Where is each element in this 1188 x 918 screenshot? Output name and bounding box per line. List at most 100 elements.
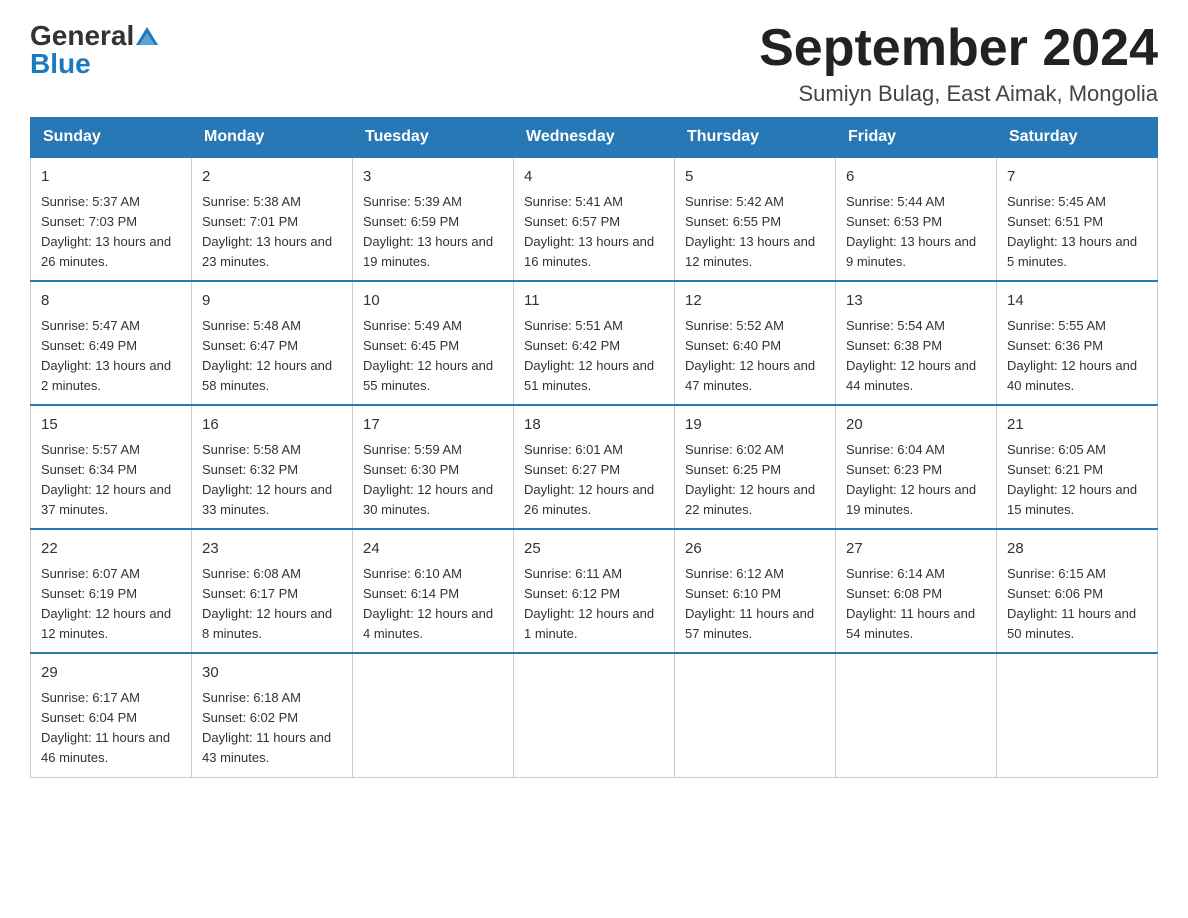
day-info: Sunrise: 6:11 AMSunset: 6:12 PMDaylight:… xyxy=(524,566,654,641)
day-info: Sunrise: 5:41 AMSunset: 6:57 PMDaylight:… xyxy=(524,194,654,269)
calendar-cell: 4 Sunrise: 5:41 AMSunset: 6:57 PMDayligh… xyxy=(514,157,675,281)
day-info: Sunrise: 5:45 AMSunset: 6:51 PMDaylight:… xyxy=(1007,194,1137,269)
month-title: September 2024 xyxy=(759,20,1158,77)
title-area: September 2024 Sumiyn Bulag, East Aimak,… xyxy=(759,20,1158,107)
calendar-cell: 29 Sunrise: 6:17 AMSunset: 6:04 PMDaylig… xyxy=(31,653,192,777)
week-row-1: 1 Sunrise: 5:37 AMSunset: 7:03 PMDayligh… xyxy=(31,157,1158,281)
day-number: 17 xyxy=(363,414,503,437)
day-number: 10 xyxy=(363,290,503,313)
day-info: Sunrise: 6:15 AMSunset: 6:06 PMDaylight:… xyxy=(1007,566,1136,641)
day-number: 7 xyxy=(1007,166,1147,189)
calendar-cell: 17 Sunrise: 5:59 AMSunset: 6:30 PMDaylig… xyxy=(353,405,514,529)
day-number: 3 xyxy=(363,166,503,189)
calendar-cell: 3 Sunrise: 5:39 AMSunset: 6:59 PMDayligh… xyxy=(353,157,514,281)
calendar-cell xyxy=(836,653,997,777)
calendar-cell: 6 Sunrise: 5:44 AMSunset: 6:53 PMDayligh… xyxy=(836,157,997,281)
day-info: Sunrise: 6:12 AMSunset: 6:10 PMDaylight:… xyxy=(685,566,814,641)
calendar-cell: 27 Sunrise: 6:14 AMSunset: 6:08 PMDaylig… xyxy=(836,529,997,653)
day-info: Sunrise: 5:57 AMSunset: 6:34 PMDaylight:… xyxy=(41,442,171,517)
day-info: Sunrise: 5:44 AMSunset: 6:53 PMDaylight:… xyxy=(846,194,976,269)
header-tuesday: Tuesday xyxy=(353,118,514,158)
day-number: 19 xyxy=(685,414,825,437)
day-info: Sunrise: 6:07 AMSunset: 6:19 PMDaylight:… xyxy=(41,566,171,641)
week-row-2: 8 Sunrise: 5:47 AMSunset: 6:49 PMDayligh… xyxy=(31,281,1158,405)
day-number: 4 xyxy=(524,166,664,189)
day-number: 24 xyxy=(363,538,503,561)
day-number: 15 xyxy=(41,414,181,437)
calendar-cell: 2 Sunrise: 5:38 AMSunset: 7:01 PMDayligh… xyxy=(192,157,353,281)
day-info: Sunrise: 6:02 AMSunset: 6:25 PMDaylight:… xyxy=(685,442,815,517)
header-saturday: Saturday xyxy=(997,118,1158,158)
day-number: 16 xyxy=(202,414,342,437)
calendar-cell: 8 Sunrise: 5:47 AMSunset: 6:49 PMDayligh… xyxy=(31,281,192,405)
day-info: Sunrise: 5:42 AMSunset: 6:55 PMDaylight:… xyxy=(685,194,815,269)
logo: General Blue xyxy=(30,20,158,80)
day-info: Sunrise: 5:37 AMSunset: 7:03 PMDaylight:… xyxy=(41,194,171,269)
day-info: Sunrise: 6:04 AMSunset: 6:23 PMDaylight:… xyxy=(846,442,976,517)
day-info: Sunrise: 6:17 AMSunset: 6:04 PMDaylight:… xyxy=(41,690,170,765)
day-number: 26 xyxy=(685,538,825,561)
day-info: Sunrise: 6:10 AMSunset: 6:14 PMDaylight:… xyxy=(363,566,493,641)
day-number: 30 xyxy=(202,662,342,685)
calendar-cell: 23 Sunrise: 6:08 AMSunset: 6:17 PMDaylig… xyxy=(192,529,353,653)
header-monday: Monday xyxy=(192,118,353,158)
calendar-cell: 30 Sunrise: 6:18 AMSunset: 6:02 PMDaylig… xyxy=(192,653,353,777)
day-info: Sunrise: 5:39 AMSunset: 6:59 PMDaylight:… xyxy=(363,194,493,269)
calendar-cell: 20 Sunrise: 6:04 AMSunset: 6:23 PMDaylig… xyxy=(836,405,997,529)
day-number: 14 xyxy=(1007,290,1147,313)
week-row-5: 29 Sunrise: 6:17 AMSunset: 6:04 PMDaylig… xyxy=(31,653,1158,777)
calendar-cell: 1 Sunrise: 5:37 AMSunset: 7:03 PMDayligh… xyxy=(31,157,192,281)
header-thursday: Thursday xyxy=(675,118,836,158)
day-info: Sunrise: 5:54 AMSunset: 6:38 PMDaylight:… xyxy=(846,318,976,393)
day-number: 1 xyxy=(41,166,181,189)
day-info: Sunrise: 5:48 AMSunset: 6:47 PMDaylight:… xyxy=(202,318,332,393)
calendar-cell: 16 Sunrise: 5:58 AMSunset: 6:32 PMDaylig… xyxy=(192,405,353,529)
header-sunday: Sunday xyxy=(31,118,192,158)
calendar-cell: 5 Sunrise: 5:42 AMSunset: 6:55 PMDayligh… xyxy=(675,157,836,281)
logo-blue: Blue xyxy=(30,48,91,80)
day-info: Sunrise: 5:47 AMSunset: 6:49 PMDaylight:… xyxy=(41,318,171,393)
day-number: 27 xyxy=(846,538,986,561)
calendar-cell: 7 Sunrise: 5:45 AMSunset: 6:51 PMDayligh… xyxy=(997,157,1158,281)
calendar-cell: 12 Sunrise: 5:52 AMSunset: 6:40 PMDaylig… xyxy=(675,281,836,405)
header-friday: Friday xyxy=(836,118,997,158)
calendar-cell: 26 Sunrise: 6:12 AMSunset: 6:10 PMDaylig… xyxy=(675,529,836,653)
day-number: 2 xyxy=(202,166,342,189)
day-info: Sunrise: 6:01 AMSunset: 6:27 PMDaylight:… xyxy=(524,442,654,517)
location-subtitle: Sumiyn Bulag, East Aimak, Mongolia xyxy=(759,81,1158,107)
week-row-4: 22 Sunrise: 6:07 AMSunset: 6:19 PMDaylig… xyxy=(31,529,1158,653)
day-info: Sunrise: 5:52 AMSunset: 6:40 PMDaylight:… xyxy=(685,318,815,393)
calendar-cell xyxy=(353,653,514,777)
day-info: Sunrise: 6:14 AMSunset: 6:08 PMDaylight:… xyxy=(846,566,975,641)
calendar-cell: 22 Sunrise: 6:07 AMSunset: 6:19 PMDaylig… xyxy=(31,529,192,653)
week-row-3: 15 Sunrise: 5:57 AMSunset: 6:34 PMDaylig… xyxy=(31,405,1158,529)
day-info: Sunrise: 5:58 AMSunset: 6:32 PMDaylight:… xyxy=(202,442,332,517)
day-number: 5 xyxy=(685,166,825,189)
calendar-cell: 15 Sunrise: 5:57 AMSunset: 6:34 PMDaylig… xyxy=(31,405,192,529)
day-number: 8 xyxy=(41,290,181,313)
day-number: 21 xyxy=(1007,414,1147,437)
calendar-cell: 28 Sunrise: 6:15 AMSunset: 6:06 PMDaylig… xyxy=(997,529,1158,653)
day-number: 28 xyxy=(1007,538,1147,561)
day-number: 22 xyxy=(41,538,181,561)
day-number: 12 xyxy=(685,290,825,313)
day-number: 11 xyxy=(524,290,664,313)
calendar-cell: 14 Sunrise: 5:55 AMSunset: 6:36 PMDaylig… xyxy=(997,281,1158,405)
day-info: Sunrise: 5:51 AMSunset: 6:42 PMDaylight:… xyxy=(524,318,654,393)
calendar-cell: 21 Sunrise: 6:05 AMSunset: 6:21 PMDaylig… xyxy=(997,405,1158,529)
day-number: 23 xyxy=(202,538,342,561)
weekday-header-row: Sunday Monday Tuesday Wednesday Thursday… xyxy=(31,118,1158,158)
day-info: Sunrise: 6:08 AMSunset: 6:17 PMDaylight:… xyxy=(202,566,332,641)
day-info: Sunrise: 5:59 AMSunset: 6:30 PMDaylight:… xyxy=(363,442,493,517)
calendar-cell: 13 Sunrise: 5:54 AMSunset: 6:38 PMDaylig… xyxy=(836,281,997,405)
day-number: 20 xyxy=(846,414,986,437)
day-number: 13 xyxy=(846,290,986,313)
day-info: Sunrise: 5:49 AMSunset: 6:45 PMDaylight:… xyxy=(363,318,493,393)
day-number: 18 xyxy=(524,414,664,437)
day-info: Sunrise: 5:38 AMSunset: 7:01 PMDaylight:… xyxy=(202,194,332,269)
header-wednesday: Wednesday xyxy=(514,118,675,158)
calendar-cell: 9 Sunrise: 5:48 AMSunset: 6:47 PMDayligh… xyxy=(192,281,353,405)
calendar-cell xyxy=(514,653,675,777)
calendar-cell: 11 Sunrise: 5:51 AMSunset: 6:42 PMDaylig… xyxy=(514,281,675,405)
calendar-table: Sunday Monday Tuesday Wednesday Thursday… xyxy=(30,117,1158,777)
